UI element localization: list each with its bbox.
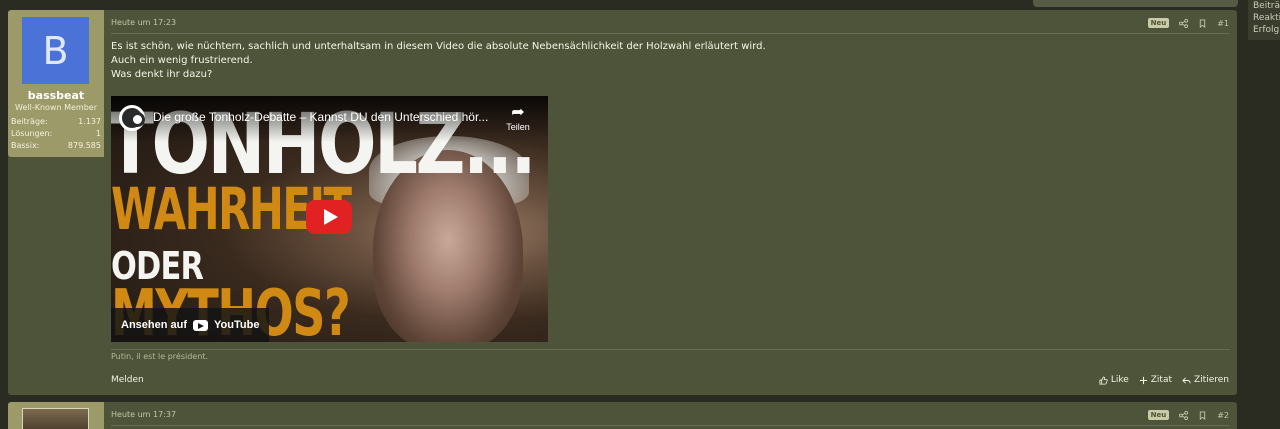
youtube-wordmark: YouTube (214, 319, 260, 331)
watch-on-label: Ansehen auf (121, 319, 188, 331)
top-panel-edge (1033, 0, 1238, 7)
avatar[interactable]: B (22, 17, 89, 84)
post-date-link[interactable]: Heute um 17:37 (111, 410, 176, 419)
stat-value[interactable]: 879.585 (68, 140, 101, 152)
reply-button[interactable]: Zitieren (1182, 375, 1229, 385)
video-title-link[interactable]: Die große Tonholz-Debatte – Kannst DU de… (153, 110, 493, 124)
share-button[interactable]: ➦ Teilen (503, 104, 533, 132)
share-label: Teilen (506, 122, 530, 132)
user-stat-row: Lösungen: 1 (11, 128, 101, 140)
user-title: Well-Known Member (15, 103, 97, 112)
post-number-link[interactable]: #1 (1217, 19, 1229, 28)
signature-divider (111, 349, 1229, 350)
forum-post: B bassbeat Well-Known Member Beiträge: 1… (8, 10, 1237, 395)
youtube-logo-icon (193, 319, 209, 331)
message-line: Auch ein wenig frustrierend. (111, 55, 253, 66)
user-stats: Beiträge: 1.137 Lösungen: 1 Bassix: 879.… (11, 116, 101, 152)
post-meta-bar: Heute um 17:23 Neu #1 (111, 18, 1229, 34)
post-actions: Like Zitat Zitieren (1099, 375, 1229, 385)
like-label: Like (1110, 375, 1129, 385)
watch-on-youtube-button[interactable]: Ansehen auf YouTube (111, 308, 270, 342)
sidebar-stat-label: Erfolg (1253, 25, 1280, 35)
report-button[interactable]: Melden (111, 375, 144, 385)
channel-avatar-icon[interactable] (119, 105, 145, 131)
thumbs-up-icon (1099, 375, 1108, 385)
plus-icon (1139, 376, 1147, 384)
new-badge: Neu (1147, 18, 1170, 28)
user-stat-row: Bassix: 879.585 (11, 140, 101, 152)
post-message: Es ist schön, wie nüchtern, sachlich und… (111, 40, 811, 82)
post-meta-actions: Neu #1 (1147, 18, 1229, 28)
share-icon[interactable] (1179, 410, 1189, 420)
bookmark-icon[interactable] (1198, 410, 1207, 420)
new-badge: Neu (1147, 410, 1170, 420)
share-arrow-icon: ➦ (511, 104, 525, 121)
stat-label: Beiträge: (11, 117, 48, 126)
share-icon[interactable] (1179, 18, 1189, 28)
quote-label: Zitat (1150, 375, 1173, 385)
post-meta-bar: Heute um 17:37 Neu #2 (111, 410, 1229, 426)
user-signature: Putin, il est le président. (111, 352, 208, 361)
sidebar-stat-label: Reakti (1253, 13, 1280, 23)
reply-icon (1182, 376, 1191, 384)
reply-label: Zitieren (1194, 375, 1229, 385)
post-meta-actions: Neu #2 (1147, 410, 1229, 420)
message-line: Es ist schön, wie nüchtern, sachlich und… (111, 41, 766, 52)
username-link[interactable]: bassbeat (8, 89, 104, 102)
message-line: Was denkt ihr dazu? (111, 69, 213, 80)
sidebar-stats-panel: Beiträ Reakti Erfolg (1248, 0, 1280, 40)
stat-label: Lösungen: (11, 129, 53, 138)
post-number-link[interactable]: #2 (1217, 411, 1229, 420)
sidebar-stat-label: Beiträ (1253, 1, 1280, 11)
quote-button[interactable]: Zitat (1139, 375, 1172, 385)
stat-label: Bassix: (11, 141, 40, 150)
avatar[interactable] (22, 408, 89, 429)
bookmark-icon[interactable] (1198, 18, 1207, 28)
stat-value[interactable]: 1.137 (78, 116, 101, 128)
post-footer: Melden Like Zitat Zitieren (111, 373, 1229, 387)
forum-post: Heute um 17:37 Neu #2 (8, 402, 1237, 429)
youtube-embed[interactable]: TONHOLZ... WAHRHEIT ODER MYTHOS? Die gro… (111, 96, 548, 342)
user-stat-row: Beiträge: 1.137 (11, 116, 101, 128)
post-date-link[interactable]: Heute um 17:23 (111, 18, 176, 27)
stat-value[interactable]: 1 (96, 128, 101, 140)
like-button[interactable]: Like (1099, 375, 1129, 385)
user-info-cell: B bassbeat Well-Known Member Beiträge: 1… (8, 10, 104, 157)
play-button[interactable] (306, 200, 352, 234)
user-info-cell (8, 402, 104, 429)
